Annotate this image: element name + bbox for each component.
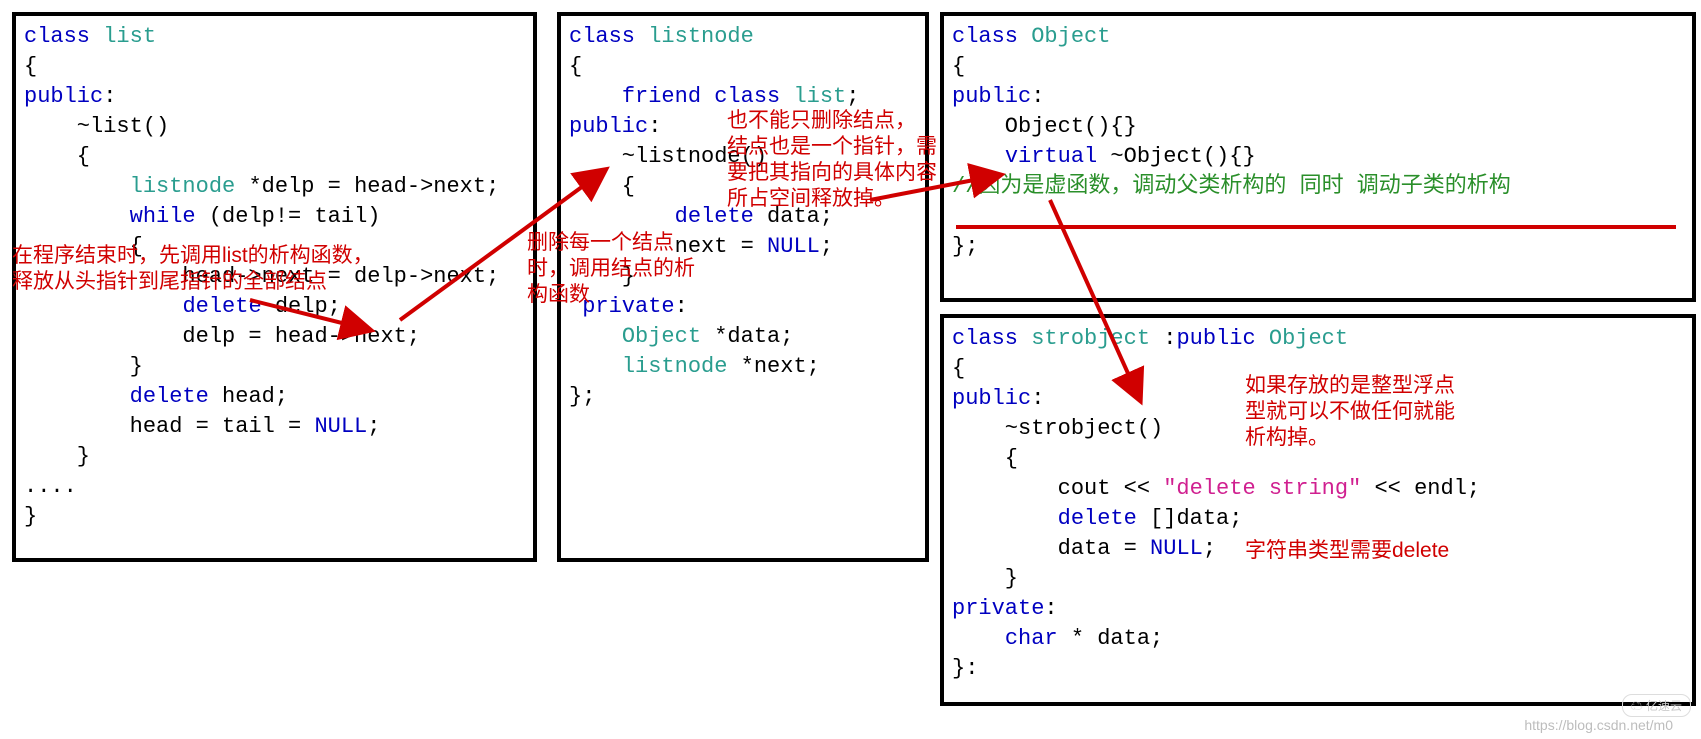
ty-list: list [780, 84, 846, 109]
kw-private: private [952, 596, 1044, 621]
semi: ; [846, 84, 859, 109]
line: }: [952, 656, 978, 681]
colon: : [1150, 326, 1176, 351]
ty-object: Object [1018, 24, 1110, 49]
annotation-3: 也不能只删除结点， 结点也是一个指针，需 要把其指向的具体内容 所占空间释放掉。 [727, 108, 937, 212]
line: head = tail = [24, 414, 314, 439]
line: head; [209, 384, 288, 409]
colon: : [1031, 84, 1044, 109]
code-listnode: class listnode { friend class list; publ… [569, 22, 917, 412]
line: ; [1203, 536, 1216, 561]
kw-class: class [24, 24, 90, 49]
brace: } [952, 566, 1018, 591]
line: }; [952, 234, 978, 259]
line: ~list() [24, 114, 169, 139]
indent [569, 84, 622, 109]
line: *data; [701, 324, 793, 349]
indent [952, 626, 1005, 651]
indent [952, 144, 1005, 169]
annotation-2: 删除每一个结点 时，调用结点的析 构函数 [527, 230, 695, 308]
diagram-stage: class list { public: ~list() { listnode … [0, 0, 1701, 739]
ty-listnode: listnode [635, 24, 754, 49]
ty-object: Object [622, 324, 701, 349]
annotation-5: 字符串类型需要delete [1245, 538, 1449, 564]
line: *delp = head->next; [235, 174, 499, 199]
kw-public: public [569, 114, 648, 139]
provider-logo: ☁ 亿速云 [1622, 694, 1691, 717]
kw-delete: delete [130, 384, 209, 409]
annotation-1: 在程序结束时，先调用list的析构函数， 释放从头指针到尾指针的全部结点 [12, 243, 374, 295]
line: ~Object(){} [1097, 144, 1255, 169]
string-literal: "delete string" [1163, 476, 1361, 501]
ty-object: Object [1256, 326, 1348, 351]
line: data = [952, 536, 1150, 561]
line: ; [820, 234, 833, 259]
kw-null: NULL [314, 414, 367, 439]
kw-class: class [952, 326, 1018, 351]
kw-public: public [952, 386, 1031, 411]
brace: } [24, 504, 37, 529]
indent [24, 384, 130, 409]
line: << endl; [1361, 476, 1480, 501]
watermark-text: https://blog.csdn.net/m0 [1524, 717, 1673, 733]
ty-listnode: listnode [130, 174, 236, 199]
brace: { [952, 356, 965, 381]
colon: : [1044, 596, 1057, 621]
indent [24, 294, 182, 319]
kw-virtual: virtual [1005, 144, 1097, 169]
colon: : [648, 114, 661, 139]
indent [24, 204, 130, 229]
kw-null: NULL [767, 234, 820, 259]
ty-strobject: strobject [1018, 326, 1150, 351]
kw-class: class [952, 24, 1018, 49]
annotation-4: 如果存放的是整型浮点 型就可以不做任何就能 析构掉。 [1245, 373, 1455, 451]
line: }; [569, 384, 595, 409]
line: * data; [1058, 626, 1164, 651]
indent [24, 174, 130, 199]
code-box-object: class Object { public: Object(){} virtua… [940, 12, 1696, 302]
line: delp; [262, 294, 341, 319]
kw-class: class [569, 24, 635, 49]
indent [569, 354, 622, 379]
ty-listnode: listnode [622, 354, 728, 379]
ty-list: list [90, 24, 156, 49]
brace: { [24, 144, 90, 169]
brace: { [952, 54, 965, 79]
kw-public: public [1176, 326, 1255, 351]
line: .... [24, 474, 77, 499]
kw-char: char [1005, 626, 1058, 651]
line: ; [367, 414, 380, 439]
brace: { [24, 54, 37, 79]
indent [569, 324, 622, 349]
provider-logo-text: 亿速云 [1646, 699, 1682, 713]
brace: { [569, 54, 582, 79]
kw-public: public [952, 84, 1031, 109]
colon: : [103, 84, 116, 109]
kw-delete: delete [182, 294, 261, 319]
brace: } [24, 444, 90, 469]
kw-null: NULL [1150, 536, 1203, 561]
line: *next; [727, 354, 819, 379]
kw-friend-class: friend class [622, 84, 780, 109]
indent [952, 506, 1058, 531]
colon: : [1031, 386, 1044, 411]
line: delp = head->next; [24, 324, 420, 349]
brace: } [24, 354, 143, 379]
brace: { [952, 446, 1018, 471]
line: ~strobject() [952, 416, 1163, 441]
line: Object(){} [952, 114, 1137, 139]
kw-delete: delete [1058, 506, 1137, 531]
comment: //因为是虚函数，调动父类析构的 同时 调动子类的析构 [952, 174, 1511, 199]
brace: { [569, 174, 635, 199]
indent [569, 204, 675, 229]
line: (delp!= tail) [196, 204, 381, 229]
line: cout << [952, 476, 1163, 501]
kw-public: public [24, 84, 103, 109]
kw-while: while [130, 204, 196, 229]
line: []data; [1137, 506, 1243, 531]
red-underline [956, 225, 1676, 229]
